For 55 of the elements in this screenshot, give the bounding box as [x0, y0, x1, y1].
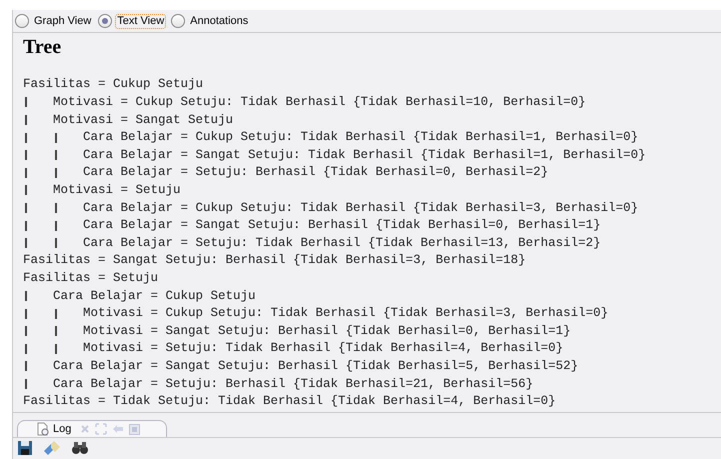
tree-node-text: Cara Belajar = Setuju: Berhasil {Tidak Berhasil=0, Berhasil=2}	[83, 164, 548, 182]
tree-node-text: Motivasi = Sangat Setuju	[53, 112, 234, 129]
tree-node-text: Cara Belajar = Setuju: Berhasil {Tidak Berhasil=21, Berhasil=56}	[53, 376, 534, 393]
tree-node-text: Fasilitas = Tidak Setuju: Tidak Berhasil {Tidak Berhasil=4, Berhasil=0}	[23, 393, 556, 410]
tree-node-text: Cara Belajar = Sangat Setuju: Berhasil {Tidak Berhasil=0, Berhasil=1}	[83, 217, 601, 234]
tree-guide-line	[55, 308, 56, 319]
binoculars-icon[interactable]	[71, 441, 89, 455]
tree-guide-line	[25, 168, 26, 178]
tree-guide-line	[25, 290, 26, 301]
tree-guide-line	[25, 97, 26, 108]
tree-node-text: Fasilitas = Setuju	[23, 270, 158, 287]
tree-guide-line	[25, 326, 26, 336]
tree-heading: Tree	[23, 35, 62, 59]
save-icon[interactable]	[17, 440, 33, 456]
document-clock-icon	[36, 422, 50, 436]
tree-node-text: Cara Belajar = Setuju: Tidak Berhasil {Tidak Berhasil=13, Berhasil=2}	[83, 234, 601, 252]
view-radio[interactable]: Text View	[98, 14, 166, 28]
tree-guide-line	[25, 185, 26, 196]
tree-guide-line	[25, 378, 26, 389]
tree-guide-line	[25, 308, 26, 319]
tree-node-text: Motivasi = Cukup Setuju: Tidak Berhasil {Tidak Berhasil=3, Berhasil=0}	[83, 305, 608, 322]
tree-node-text: Motivasi = Setuju: Tidak Berhasil {Tidak Berhasil=4, Berhasil=0}	[83, 340, 564, 358]
tree-node-text: Fasilitas = Sangat Setuju: Berhasil {Tidak Berhasil=3, Berhasil=18}	[23, 252, 526, 270]
tree-guide-line	[55, 238, 56, 248]
tree-node-text: Cara Belajar = Cukup Setuju	[53, 288, 256, 305]
eraser-icon[interactable]	[43, 441, 61, 455]
tree-guide-line	[55, 344, 56, 354]
tree-node-text: Motivasi = Cukup Setuju: Tidak Berhasil {Tidak Berhasil=10, Berhasil=0}	[53, 94, 586, 112]
tree-guide-line	[25, 238, 26, 248]
tree-node-text: Cara Belajar = Cukup Setuju: Tidak Berhasil {Tidak Berhasil=1, Berhasil=0}	[83, 129, 638, 146]
tree-guide-line	[55, 168, 56, 178]
tree-guide-line	[55, 202, 56, 213]
radio-label: Annotations	[189, 14, 250, 28]
tree-node-text: Cara Belajar = Sangat Setuju: Tidak Berhasil {Tidak Berhasil=1, Berhasil=0}	[83, 146, 646, 164]
tree-guide-line	[55, 220, 56, 231]
log-tab-label: Log	[53, 422, 72, 437]
tree-guide-line	[25, 202, 26, 213]
tree-guide-line	[25, 114, 26, 125]
tree-node-text: Motivasi = Setuju	[53, 182, 181, 199]
view-radio[interactable]: Graph View	[15, 14, 94, 28]
tree-guide-line	[55, 326, 56, 336]
tree-node-text: Cara Belajar = Cukup Setuju: Tidak Berhasil {Tidak Berhasil=3, Berhasil=0}	[83, 200, 638, 217]
tree-node-text: Cara Belajar = Sangat Setuju: Berhasil {Tidak Berhasil=5, Berhasil=52}	[53, 358, 578, 375]
tree-guide-line	[25, 150, 26, 160]
tree-guide-line	[55, 132, 56, 143]
tree-guide-line	[55, 150, 56, 160]
tree-guide-line	[25, 220, 26, 231]
view-radio[interactable]: Annotations	[171, 14, 250, 28]
tree-guide-line	[25, 132, 26, 143]
tree-guide-line	[25, 344, 26, 354]
tree-guide-line	[25, 361, 26, 372]
tree-node-text: Fasilitas = Cukup Setuju	[23, 76, 204, 94]
tree-node-text: Motivasi = Sangat Setuju: Berhasil {Tidak Berhasil=0, Berhasil=1}	[83, 322, 571, 340]
radio-label: Text View	[115, 14, 166, 28]
radio-label: Graph View	[33, 14, 92, 28]
